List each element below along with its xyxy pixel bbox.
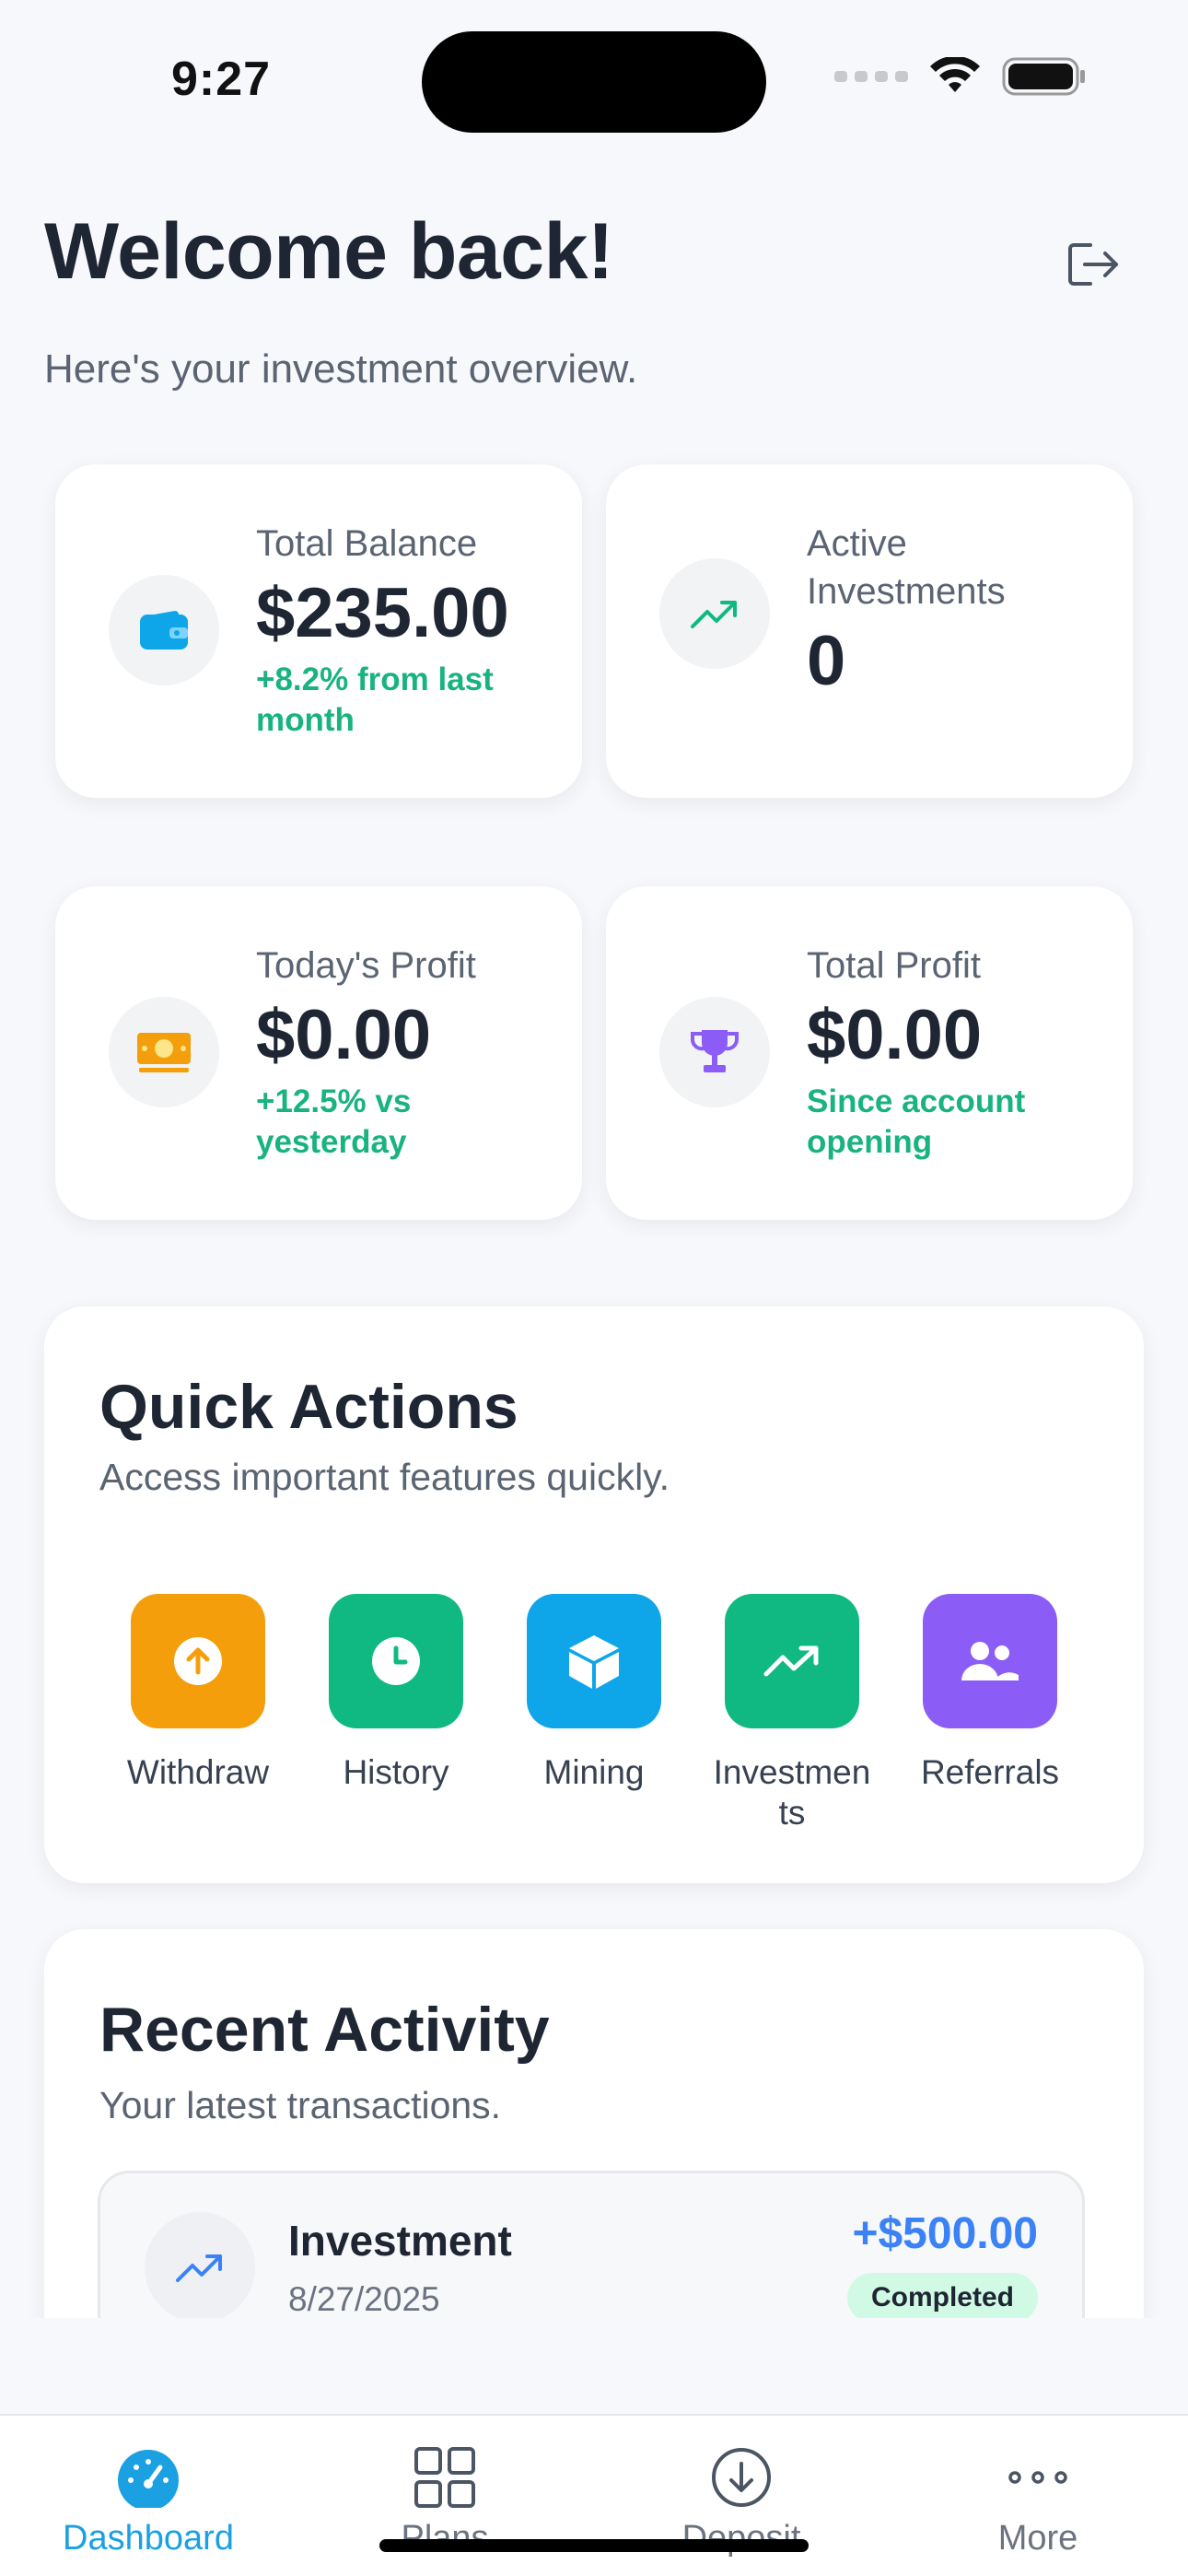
battery-icon	[1002, 57, 1087, 96]
grid-icon	[411, 2443, 479, 2512]
trend-up-icon	[725, 1594, 859, 1728]
clock-icon	[329, 1594, 463, 1728]
withdraw-action[interactable]: Withdraw	[99, 1594, 297, 1793]
stat-value: $0.00	[807, 996, 983, 1074]
action-label: Investmen ts	[713, 1753, 871, 1832]
referrals-action[interactable]: Referrals	[891, 1594, 1089, 1793]
dynamic-island	[422, 31, 766, 133]
investments-action[interactable]: Investmen ts	[693, 1594, 891, 1833]
logout-icon[interactable]	[1066, 241, 1122, 287]
stat-change: +12.5% vs yesterday	[256, 1083, 412, 1160]
action-label: Withdraw	[126, 1753, 270, 1791]
more-dots-icon	[1004, 2443, 1072, 2512]
money-icon	[109, 997, 219, 1107]
page-title: Welcome back!	[44, 207, 614, 296]
transaction-amount: +$500.00	[852, 2209, 1038, 2258]
users-icon	[923, 1594, 1057, 1728]
total-profit-card: Total Profit $0.00 Since account opening	[606, 886, 1133, 1220]
stat-label: Total Profit	[807, 945, 981, 986]
wifi-icon	[928, 57, 982, 96]
wallet-icon	[109, 575, 219, 685]
action-label: Mining	[543, 1753, 645, 1791]
history-action[interactable]: History	[297, 1594, 495, 1793]
recent-activity-title: Recent Activity	[99, 1995, 550, 2065]
tab-more[interactable]: More	[890, 2416, 1186, 2576]
cellular-signal-icon	[834, 71, 908, 82]
stat-value: $0.00	[256, 996, 432, 1074]
status-badge: Completed	[846, 2273, 1038, 2318]
recent-activity-viewport: Recent Activity Your latest transactions…	[0, 1916, 1188, 2318]
quick-actions-list: Withdraw History Mining Investmen ts Ref…	[44, 1594, 1186, 1833]
transaction-title: Investment	[288, 2217, 512, 2265]
total-balance-card: Total Balance $235.00 +8.2% from last mo…	[55, 464, 582, 798]
stat-value: $235.00	[256, 574, 509, 652]
transaction-row[interactable]: Investment 8/27/2025 +$500.00 Completed	[98, 2171, 1085, 2318]
download-circle-icon	[707, 2443, 775, 2512]
stat-label: Today's Profit	[256, 945, 476, 986]
todays-profit-card: Today's Profit $0.00 +12.5% vs yesterday	[55, 886, 582, 1220]
recent-activity-card: Recent Activity Your latest transactions…	[44, 1929, 1144, 2318]
quick-actions-card: Quick Actions Access important features …	[44, 1306, 1144, 1883]
active-investments-card: Active Investments 0	[606, 464, 1133, 798]
home-indicator[interactable]	[379, 2539, 809, 2552]
status-bar: 9:27	[0, 0, 1188, 147]
quick-actions-subtitle: Access important features quickly.	[99, 1456, 670, 1498]
status-time: 9:27	[171, 53, 272, 106]
quick-actions-title: Quick Actions	[99, 1372, 518, 1442]
tab-dashboard[interactable]: Dashboard	[0, 2416, 297, 2576]
cube-icon	[527, 1594, 661, 1728]
stat-label: Total Balance	[256, 523, 478, 564]
arrow-up-circle-icon	[131, 1594, 265, 1728]
recent-activity-subtitle: Your latest transactions.	[99, 2084, 502, 2126]
status-indicators	[834, 57, 1087, 96]
trophy-icon	[659, 997, 770, 1107]
action-label: History	[343, 1753, 449, 1791]
tab-label: More	[997, 2519, 1078, 2558]
stat-note: Since account opening	[807, 1083, 1026, 1160]
stat-change: +8.2% from last month	[256, 662, 494, 738]
mining-action[interactable]: Mining	[495, 1594, 693, 1793]
speedometer-icon	[114, 2443, 182, 2512]
page-subtitle: Here's your investment overview.	[44, 346, 638, 392]
tab-label: Dashboard	[63, 2519, 234, 2558]
transaction-date: 8/27/2025	[288, 2280, 440, 2318]
stat-value: 0	[807, 622, 846, 700]
stat-label: Active Investments	[807, 523, 1006, 612]
trend-up-icon	[659, 558, 770, 669]
trend-up-icon	[145, 2212, 255, 2318]
action-label: Referrals	[920, 1753, 1060, 1791]
